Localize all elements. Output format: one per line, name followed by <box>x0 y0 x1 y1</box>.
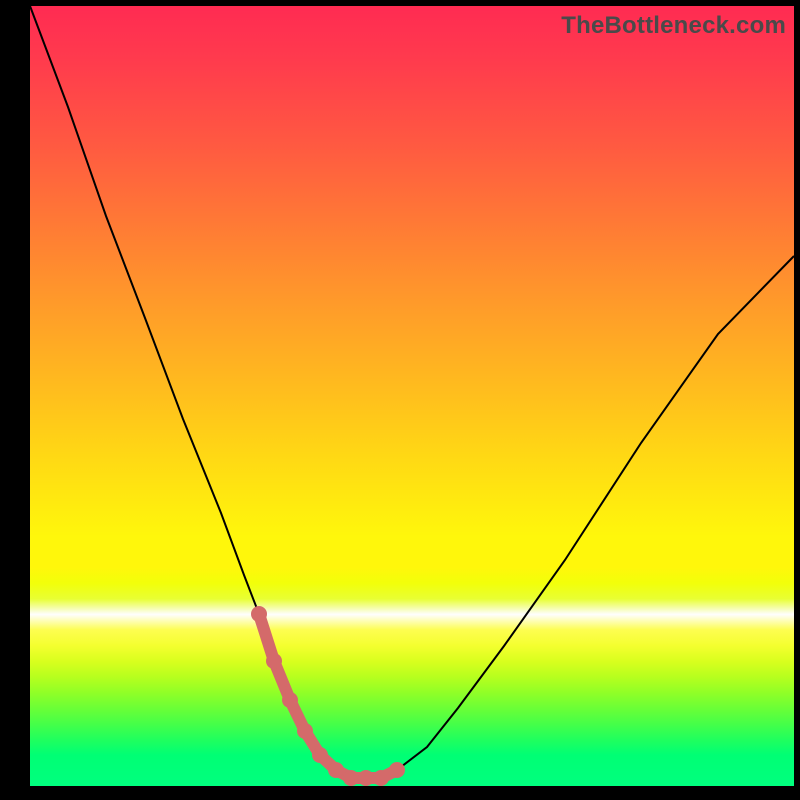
optimal-dot <box>373 770 389 786</box>
optimal-dot <box>266 653 282 669</box>
optimal-dot <box>297 723 313 739</box>
optimal-dot <box>251 606 267 622</box>
optimal-zone-highlight <box>259 614 397 778</box>
curve-svg <box>30 6 794 786</box>
optimal-dot <box>389 762 405 778</box>
optimal-dot <box>328 762 344 778</box>
bottleneck-curve <box>30 6 794 778</box>
plot-area: TheBottleneck.com <box>30 6 794 786</box>
optimal-dot <box>343 770 359 786</box>
optimal-dot <box>282 692 298 708</box>
optimal-dot <box>358 770 374 786</box>
chart-canvas: TheBottleneck.com <box>0 0 800 800</box>
optimal-dot <box>312 747 328 763</box>
